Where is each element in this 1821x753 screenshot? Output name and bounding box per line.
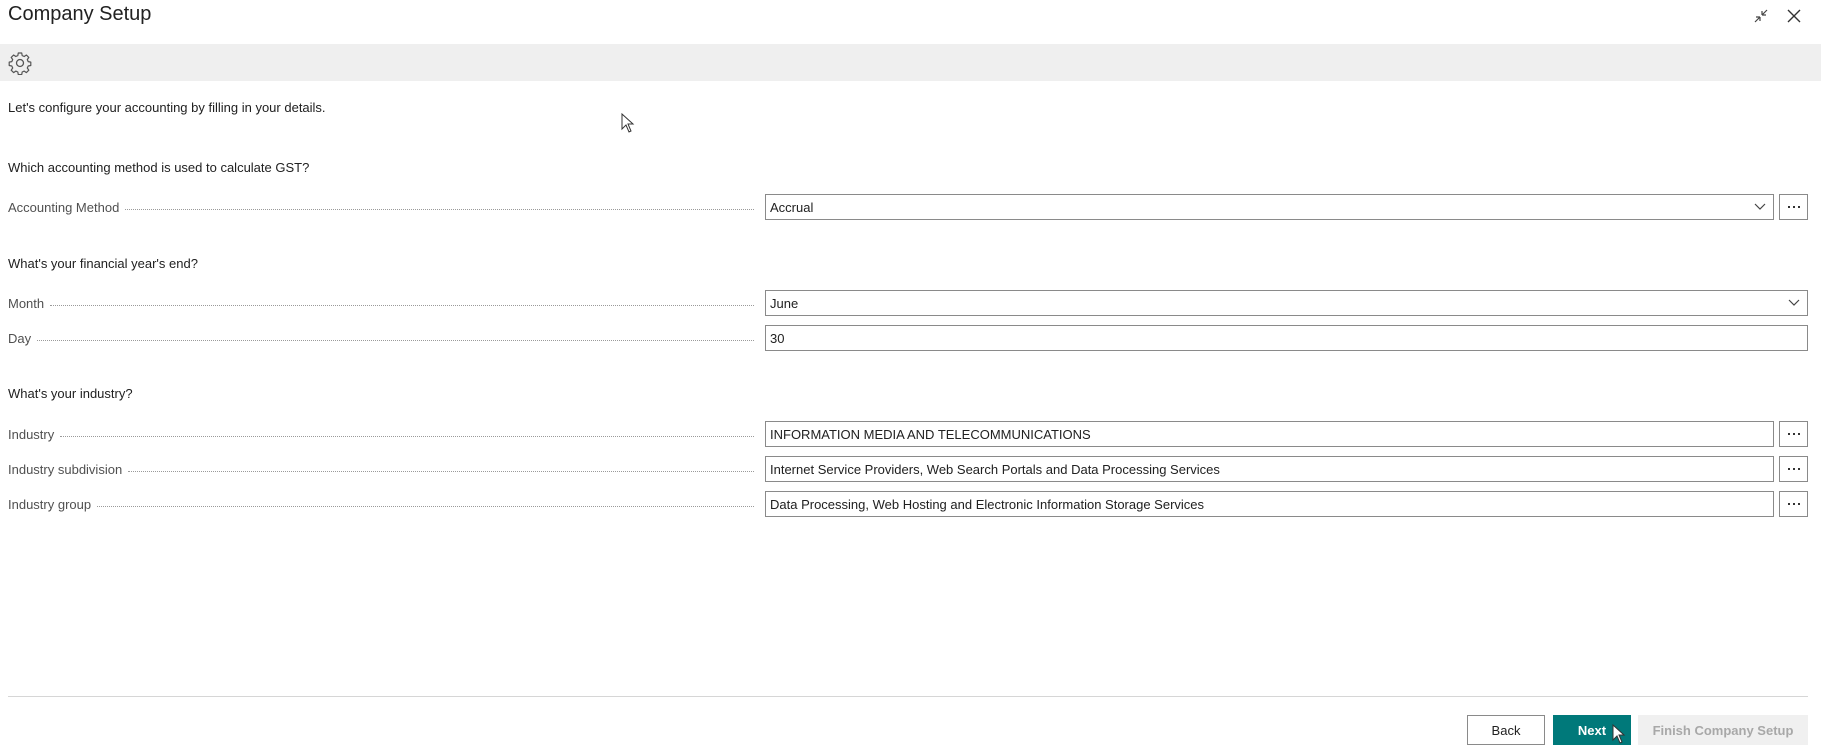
page-title: Company Setup	[8, 3, 152, 25]
industry-input[interactable]: INFORMATION MEDIA AND TELECOMMUNICATIONS	[765, 421, 1774, 447]
industry-group-lookup-button[interactable]	[1779, 491, 1808, 517]
leader-dots	[60, 435, 754, 437]
day-value: 30	[770, 330, 785, 346]
close-icon[interactable]	[1782, 4, 1806, 28]
more-options-icon	[1787, 503, 1800, 505]
leader-dots	[50, 304, 754, 306]
financial-year-question: What's your financial year's end?	[8, 256, 198, 271]
month-value: June	[770, 295, 799, 311]
industry-subdivision-label-text: Industry subdivision	[8, 461, 123, 477]
month-select[interactable]: June	[765, 290, 1808, 316]
chevron-down-icon[interactable]	[1781, 291, 1807, 315]
day-input[interactable]: 30	[765, 325, 1808, 351]
back-button[interactable]: Back	[1467, 715, 1545, 745]
industry-subdivision-label: Industry subdivision	[8, 459, 754, 479]
collapse-icon[interactable]	[1749, 4, 1773, 28]
accounting-method-value: Accrual	[770, 199, 814, 215]
accounting-method-lookup-button[interactable]	[1779, 194, 1808, 220]
industry-value: INFORMATION MEDIA AND TELECOMMUNICATIONS	[770, 426, 1091, 442]
title-bar: Company Setup	[0, 0, 1821, 44]
accounting-method-select[interactable]: Accrual	[765, 194, 1774, 220]
mouse-cursor-icon	[621, 113, 635, 133]
mouse-cursor-icon	[1612, 724, 1626, 744]
leader-dots	[125, 208, 754, 210]
industry-label: Industry	[8, 424, 754, 444]
more-options-icon	[1787, 433, 1800, 435]
industry-group-input[interactable]: Data Processing, Web Hosting and Electro…	[765, 491, 1774, 517]
gst-question: Which accounting method is used to calcu…	[8, 160, 310, 175]
industry-subdivision-value: Internet Service Providers, Web Search P…	[770, 461, 1220, 477]
footer-divider	[8, 696, 1808, 697]
industry-group-label: Industry group	[8, 494, 754, 514]
industry-question: What's your industry?	[8, 386, 133, 401]
chevron-down-icon[interactable]	[1747, 195, 1773, 219]
industry-group-label-text: Industry group	[8, 496, 92, 512]
month-label: Month	[8, 293, 754, 313]
more-options-icon	[1787, 206, 1800, 208]
leader-dots	[37, 339, 754, 341]
more-options-icon	[1787, 468, 1800, 470]
industry-subdivision-input[interactable]: Internet Service Providers, Web Search P…	[765, 456, 1774, 482]
leader-dots	[128, 470, 754, 472]
month-label-text: Month	[8, 295, 45, 311]
gear-icon[interactable]	[7, 50, 33, 76]
accounting-method-label-text: Accounting Method	[8, 199, 120, 215]
accounting-method-label: Accounting Method	[8, 197, 754, 217]
industry-label-text: Industry	[8, 426, 55, 442]
industry-lookup-button[interactable]	[1779, 421, 1808, 447]
day-label-text: Day	[8, 330, 32, 346]
toolbar	[0, 44, 1821, 81]
industry-subdivision-lookup-button[interactable]	[1779, 456, 1808, 482]
finish-company-setup-button: Finish Company Setup	[1638, 715, 1808, 745]
leader-dots	[97, 505, 754, 507]
intro-text: Let's configure your accounting by filli…	[8, 100, 326, 115]
day-label: Day	[8, 328, 754, 348]
industry-group-value: Data Processing, Web Hosting and Electro…	[770, 496, 1205, 512]
